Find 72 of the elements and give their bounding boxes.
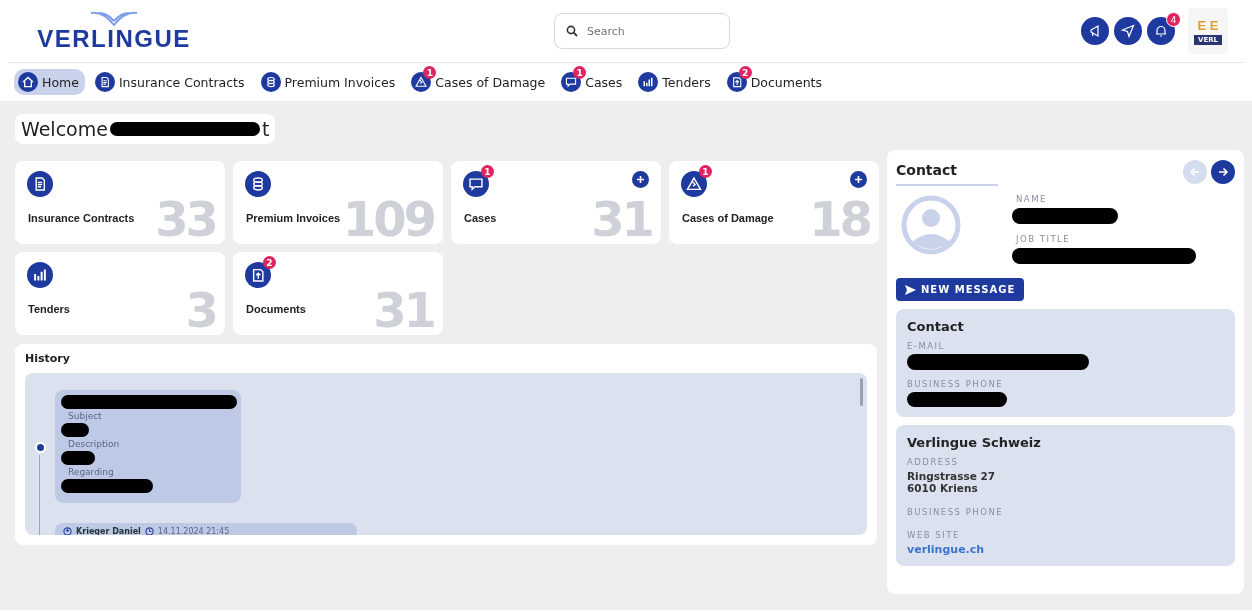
field-label: BUSINESS PHONE — [907, 507, 1005, 517]
logo-text: VERLINGUE — [37, 27, 191, 51]
document-icon — [27, 171, 53, 197]
card-title: Contact — [907, 319, 965, 334]
paper-plane-icon — [1121, 24, 1135, 38]
count-badge: 1 — [573, 66, 587, 79]
card-label: Cases — [464, 212, 497, 224]
welcome-text: Welcome — [21, 118, 108, 140]
card-label: Premium Invoices — [246, 212, 341, 224]
card-label: Insurance Contracts — [28, 212, 135, 224]
coins-icon — [245, 171, 271, 197]
website-link[interactable]: verlingue.ch — [907, 543, 1224, 556]
document-icon — [94, 72, 115, 92]
nav-tab[interactable]: 1 Cases of Damage — [407, 69, 552, 95]
add-button[interactable] — [850, 171, 867, 188]
plus-icon — [854, 175, 863, 184]
field-label: BUSINESS PHONE — [907, 379, 1005, 389]
card-label: Tenders — [28, 303, 70, 315]
timestamp: 14.11.2024 21:45 — [157, 527, 230, 535]
author-name: Krieger Daniel — [76, 527, 141, 535]
field-label: Regarding — [67, 467, 115, 477]
clock-icon — [144, 527, 154, 535]
section-title: History — [25, 352, 71, 365]
field-label: E-MAIL — [907, 341, 946, 351]
field-label: WEB SITE — [907, 530, 961, 540]
megaphone-icon — [1088, 24, 1102, 38]
bar-chart-icon — [27, 262, 53, 288]
next-button[interactable] — [1211, 160, 1235, 184]
notifications-button[interactable] — [1147, 17, 1175, 45]
nav-tab[interactable]: Tenders — [634, 69, 717, 95]
count-badge: 1 — [481, 165, 494, 178]
search-field[interactable]: Search — [554, 13, 730, 49]
field-label: Description — [67, 439, 121, 449]
logo-mark-icon — [89, 11, 139, 27]
bell-icon — [1154, 24, 1168, 38]
timeline-dot — [35, 442, 46, 453]
megaphone-button[interactable] — [1081, 17, 1109, 45]
nav-tab[interactable]: Premium Invoices — [256, 69, 402, 95]
plus-icon — [636, 175, 645, 184]
bar-chart-icon — [638, 72, 659, 92]
send-button[interactable] — [1114, 17, 1142, 45]
field-label: JOB TITLE — [1014, 234, 1072, 244]
section-title: Contact — [896, 160, 998, 186]
nav-tab[interactable]: Home — [14, 69, 85, 95]
arrow-left-icon — [1189, 166, 1201, 178]
nav-tab[interactable]: Insurance Contracts — [90, 69, 251, 95]
new-message-button[interactable]: NEW MESSAGE — [896, 278, 1025, 301]
add-button[interactable] — [632, 171, 649, 188]
arrow-right-icon — [1217, 166, 1229, 178]
field-label: Subject — [67, 411, 103, 421]
count-badge: 1 — [699, 165, 712, 178]
count-badge: 2 — [263, 256, 276, 269]
welcome-text: t — [261, 118, 270, 140]
search-icon — [566, 25, 578, 37]
field-label: NAME — [1015, 194, 1048, 204]
redaction-bar — [61, 451, 95, 465]
card-label: Documents — [246, 303, 306, 315]
card-label: Cases of Damage — [682, 212, 774, 224]
nav-tab[interactable]: 2 Documents — [722, 69, 828, 95]
user-icon — [63, 527, 72, 535]
notification-badge: 4 — [1166, 12, 1181, 27]
avatar-placeholder-icon — [900, 194, 962, 256]
scrollbar[interactable] — [860, 378, 863, 406]
address-text: Ringstrasse 27 6010 Kriens — [907, 470, 997, 494]
card-title: Verlingue Schweiz — [907, 435, 1042, 450]
coins-icon — [260, 72, 281, 92]
send-icon — [905, 284, 916, 295]
house-icon — [18, 72, 38, 92]
nav-tab[interactable]: 1 Cases — [557, 69, 629, 95]
count-badge: 1 — [423, 66, 437, 79]
field-label: ADDRESS — [907, 457, 960, 467]
redaction-bar — [61, 423, 89, 437]
